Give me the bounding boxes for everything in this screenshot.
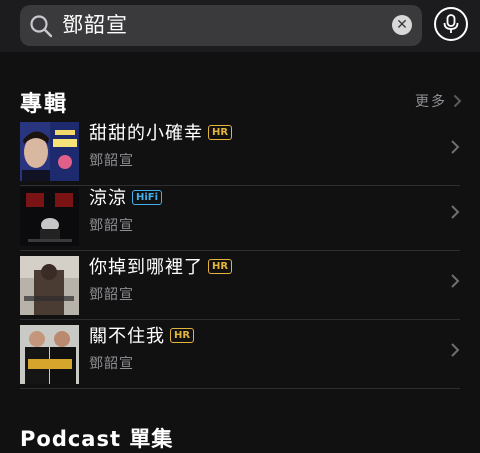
album-row[interactable]: 你掉到哪裡了 HR 鄧韶宣 [20,251,460,320]
album-title: 涼涼 [89,188,127,209]
chevron-right-icon[interactable] [453,93,462,112]
divider [20,388,460,389]
chevron-right-icon [450,204,460,224]
album-title: 甜甜的小確幸 [89,123,203,144]
album-artist: 鄧韶宣 [89,153,134,169]
album-row[interactable]: 涼涼 HiFi 鄧韶宣 [20,182,460,251]
hifi-badge: HiFi [132,189,163,205]
album-title: 你掉到哪裡了 [89,257,203,278]
hr-badge: HR [208,258,233,274]
more-albums-link[interactable]: 更多 [415,91,447,111]
album-artist: 鄧韶宣 [89,356,134,372]
album-row[interactable]: 甜甜的小確幸 HR 鄧韶宣 [20,117,460,186]
hr-badge: HR [208,124,233,140]
album-cover [20,187,79,246]
voice-search-icon[interactable] [434,7,468,41]
chevron-right-icon [450,139,460,159]
album-artist: 鄧韶宣 [89,218,134,234]
album-title: 關不住我 [89,326,165,347]
search-field[interactable]: 鄧韶宣 ✕ [20,5,422,46]
top-search-bar: 鄧韶宣 ✕ [0,0,480,52]
albums-section-title: 專輯 [20,92,69,117]
hr-badge: HR [170,327,195,343]
chevron-right-icon [450,273,460,293]
album-row[interactable]: 關不住我 HR 鄧韶宣 [20,320,460,389]
album-cover [20,122,79,181]
album-cover [20,325,79,384]
podcast-section-title: Podcast 單集 [20,427,174,451]
clear-icon[interactable]: ✕ [392,15,412,35]
chevron-right-icon [450,342,460,362]
album-artist: 鄧韶宣 [89,287,134,303]
search-icon [28,13,54,39]
search-input[interactable]: 鄧韶宣 [62,11,128,39]
album-cover [20,256,79,315]
